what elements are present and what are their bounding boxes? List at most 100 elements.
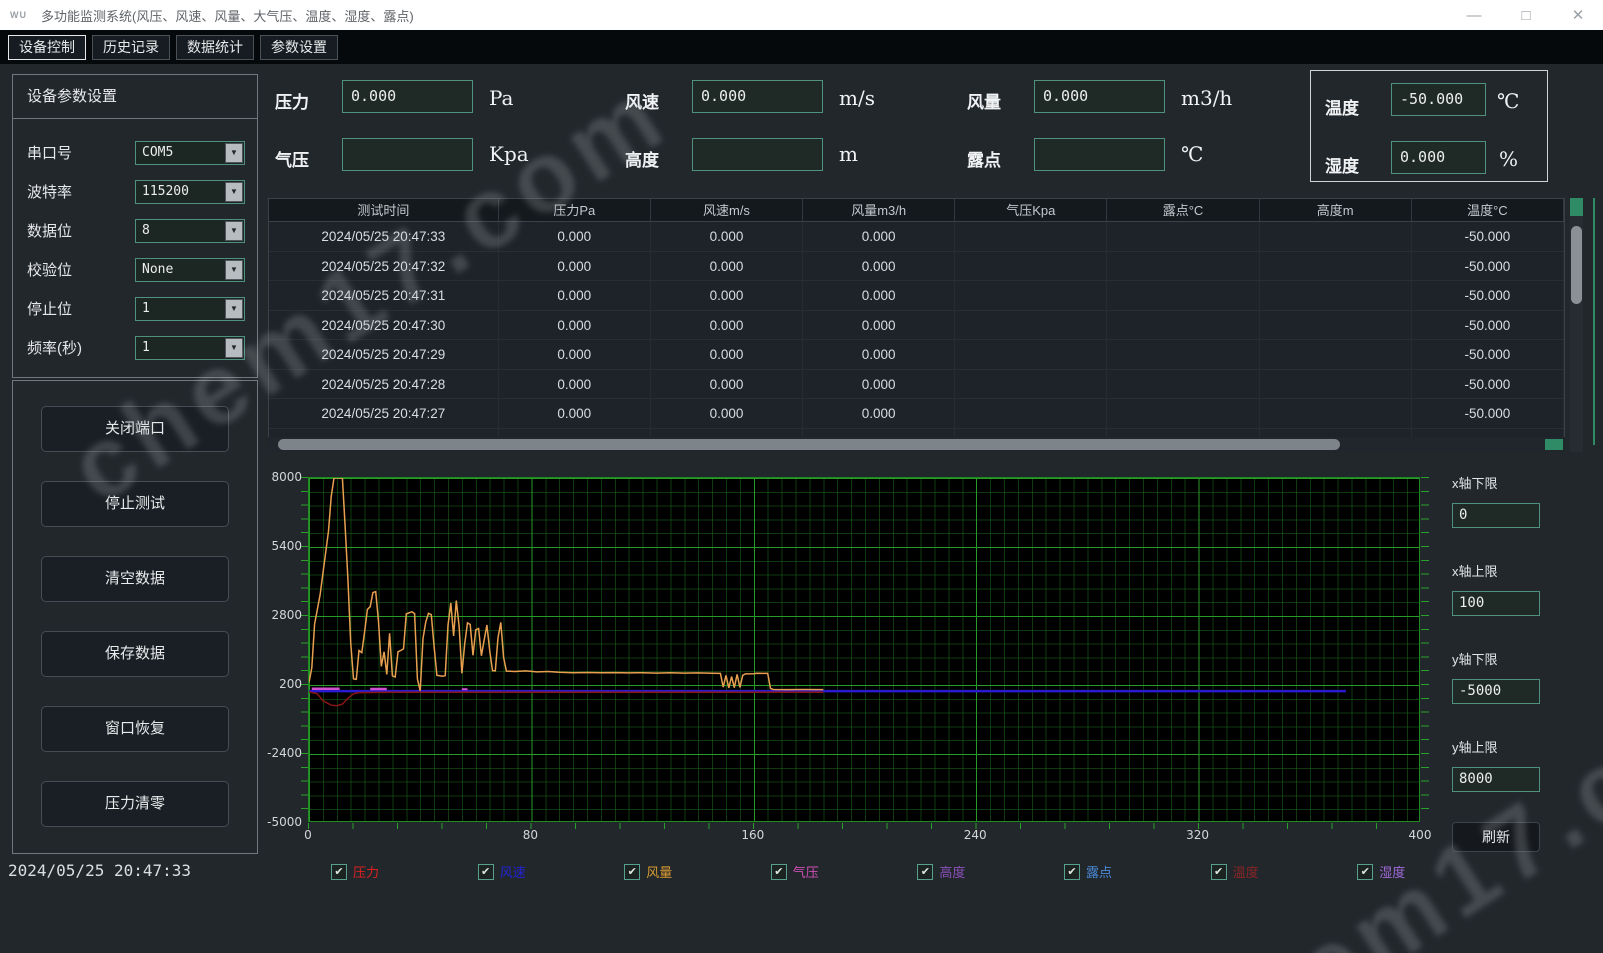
axis-limit-field-1[interactable]: 100 xyxy=(1452,591,1540,616)
table-row[interactable]: 2024/05/25 20:47:310.0000.0000.000-50.00… xyxy=(269,281,1564,311)
table-cell xyxy=(1260,399,1412,428)
legend-checkbox-1[interactable]: ✔ xyxy=(478,864,494,880)
y-axis-tick: -2400 xyxy=(258,746,302,760)
param-select-2[interactable]: 8▼ xyxy=(135,219,245,243)
close-icon[interactable]: ✕ xyxy=(1567,6,1589,24)
param-field-2: 数据位 8▼ xyxy=(13,211,257,250)
axis-limit-field-3[interactable]: 8000 xyxy=(1452,767,1540,792)
table-row[interactable]: 2024/05/25 20:47:270.0000.0000.000-50.00… xyxy=(269,399,1564,429)
chevron-down-icon[interactable]: ▼ xyxy=(225,182,243,202)
axis-limit-field-0[interactable]: 0 xyxy=(1452,503,1540,528)
action-button-3[interactable]: 保存数据 xyxy=(41,631,229,677)
legend-checkbox-6[interactable]: ✔ xyxy=(1211,864,1227,880)
action-button-5[interactable]: 压力清零 xyxy=(41,781,229,827)
readout-unit-row1-2: m3/h xyxy=(1181,86,1232,110)
series-压力 xyxy=(309,478,823,691)
chevron-down-icon[interactable]: ▼ xyxy=(225,260,243,280)
humidity-field[interactable]: 0.000 xyxy=(1391,141,1486,174)
x-axis-tick: 0 xyxy=(304,828,312,842)
legend-item-3: ✔ 气压 xyxy=(771,862,819,881)
action-button-2[interactable]: 清空数据 xyxy=(41,556,229,602)
table-cell xyxy=(1107,252,1259,281)
action-button-1[interactable]: 停止测试 xyxy=(41,481,229,527)
readout-field-row2-0[interactable] xyxy=(342,138,473,171)
param-select-5[interactable]: 1▼ xyxy=(135,336,245,360)
table-vertical-scrollbar[interactable] xyxy=(1570,198,1583,452)
readout-field-row1-2[interactable]: 0.000 xyxy=(1034,80,1165,113)
chevron-down-icon[interactable]: ▼ xyxy=(225,221,243,241)
data-table: 测试时间压力Pa风速m/s风量m3/h气压Kpa露点°C高度m温度°C 2024… xyxy=(268,198,1565,452)
axis-limit-field-2[interactable]: -5000 xyxy=(1452,679,1540,704)
table-row[interactable]: 2024/05/25 20:47:300.0000.0000.000-50.00… xyxy=(269,311,1564,341)
maximize-icon[interactable]: □ xyxy=(1515,7,1537,24)
readout-label-row2-0: 气压 xyxy=(275,146,309,171)
readout-field-row1-0[interactable]: 0.000 xyxy=(342,80,473,113)
table-header: 测试时间压力Pa风速m/s风量m3/h气压Kpa露点°C高度m温度°C xyxy=(269,199,1564,222)
table-cell xyxy=(1260,311,1412,340)
readout-label-row2-1: 高度 xyxy=(625,146,659,171)
tab-1[interactable]: 历史记录 xyxy=(92,35,170,60)
refresh-button[interactable]: 刷新 xyxy=(1452,822,1540,852)
param-value-2: 8 xyxy=(136,223,225,238)
vscroll-thumb[interactable] xyxy=(1571,226,1582,304)
param-select-4[interactable]: 1▼ xyxy=(135,297,245,321)
param-select-0[interactable]: COM5▼ xyxy=(135,141,245,165)
legend-label-1: 风速 xyxy=(500,862,526,881)
table-cell: 0.000 xyxy=(803,222,955,251)
tab-3[interactable]: 参数设置 xyxy=(260,35,338,60)
param-label-2: 数据位 xyxy=(27,220,72,241)
column-header-2[interactable]: 风速m/s xyxy=(651,199,803,221)
x-axis-tick: 400 xyxy=(1409,828,1432,842)
table-cell: 0.000 xyxy=(651,281,803,310)
readout-label-row1-2: 风量 xyxy=(967,88,1001,113)
column-header-5[interactable]: 露点°C xyxy=(1107,199,1259,221)
legend-checkbox-2[interactable]: ✔ xyxy=(624,864,640,880)
table-row[interactable]: 2024/05/25 20:47:320.0000.0000.000-50.00… xyxy=(269,252,1564,282)
hscroll-thumb[interactable] xyxy=(278,439,1340,450)
chevron-down-icon[interactable]: ▼ xyxy=(225,143,243,163)
legend-label-3: 气压 xyxy=(793,862,819,881)
vscroll-top-block xyxy=(1570,198,1583,216)
readout-field-row1-1[interactable]: 0.000 xyxy=(692,80,823,113)
column-header-0[interactable]: 测试时间 xyxy=(269,199,499,221)
legend-label-2: 风量 xyxy=(646,862,672,881)
table-cell xyxy=(1260,340,1412,369)
param-select-3[interactable]: None▼ xyxy=(135,258,245,282)
action-button-0[interactable]: 关闭端口 xyxy=(41,406,229,452)
series-温度 xyxy=(309,692,823,706)
legend-checkbox-7[interactable]: ✔ xyxy=(1357,864,1373,880)
column-header-3[interactable]: 风量m3/h xyxy=(803,199,955,221)
column-header-6[interactable]: 高度m xyxy=(1260,199,1412,221)
x-axis-tick: 160 xyxy=(741,828,764,842)
legend-checkbox-5[interactable]: ✔ xyxy=(1064,864,1080,880)
table-row[interactable]: 2024/05/25 20:47:280.0000.0000.000-50.00… xyxy=(269,370,1564,400)
action-button-4[interactable]: 窗口恢复 xyxy=(41,706,229,752)
legend-checkbox-4[interactable]: ✔ xyxy=(917,864,933,880)
minimize-icon[interactable]: — xyxy=(1463,7,1485,24)
readout-label-row1-0: 压力 xyxy=(275,88,309,113)
table-horizontal-scrollbar[interactable] xyxy=(268,437,1565,452)
temperature-field[interactable]: -50.000 xyxy=(1391,83,1486,116)
column-header-1[interactable]: 压力Pa xyxy=(499,199,651,221)
tab-0[interactable]: 设备控制 xyxy=(8,35,86,60)
legend-checkbox-0[interactable]: ✔ xyxy=(331,864,347,880)
axis-limit-label-2: y轴下限 xyxy=(1452,649,1498,668)
table-cell: -50.000 xyxy=(1412,340,1564,369)
table-row[interactable]: 2024/05/25 20:47:330.0000.0000.000-50.00… xyxy=(269,222,1564,252)
table-cell: 2024/05/25 20:47:30 xyxy=(269,311,499,340)
param-select-1[interactable]: 115200▼ xyxy=(135,180,245,204)
app-window: WU 多功能监测系统(风压、风速、风量、大气压、温度、湿度、露点) — □ ✕ … xyxy=(0,0,1603,953)
chevron-down-icon[interactable]: ▼ xyxy=(225,299,243,319)
table-cell xyxy=(955,399,1107,428)
param-value-1: 115200 xyxy=(136,184,225,199)
readout-field-row2-1[interactable] xyxy=(692,138,823,171)
table-cell: 0.000 xyxy=(651,222,803,251)
legend-checkbox-3[interactable]: ✔ xyxy=(771,864,787,880)
column-header-4[interactable]: 气压Kpa xyxy=(955,199,1107,221)
table-row[interactable]: 2024/05/25 20:47:290.0000.0000.000-50.00… xyxy=(269,340,1564,370)
column-header-7[interactable]: 温度°C xyxy=(1412,199,1564,221)
readout-field-row2-2[interactable] xyxy=(1034,138,1165,171)
table-cell xyxy=(955,252,1107,281)
chevron-down-icon[interactable]: ▼ xyxy=(225,338,243,358)
tab-2[interactable]: 数据统计 xyxy=(176,35,254,60)
